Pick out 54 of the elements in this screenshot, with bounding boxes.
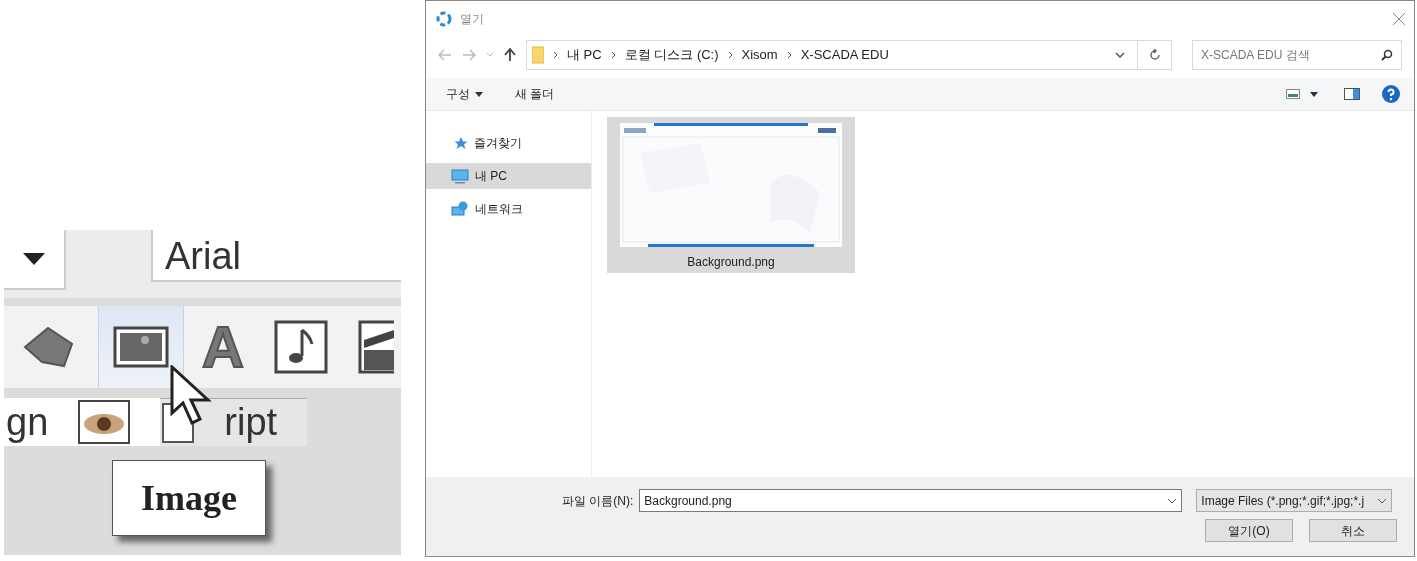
refresh-icon [1148,49,1161,61]
sidebar-item[interactable]: 즐겨찾기 [426,130,591,156]
chevron-down-icon [1167,497,1178,504]
monitor-icon [451,168,469,184]
clapperboard-icon[interactable] [357,320,394,374]
file-name: Background.png [687,254,775,271]
chevron-down-icon [1377,497,1388,504]
preview-pane-icon[interactable] [1344,88,1360,100]
search-box[interactable]: X-SCADA EDU 검색 [1192,40,1402,70]
file-type-dropdown[interactable]: Image Files (*.png;*.gif;*.jpg;*.j [1196,489,1393,512]
file-item[interactable]: Background.png [607,117,855,273]
caret-icon [23,253,45,265]
tab[interactable]: ript [160,398,308,446]
close-icon[interactable] [1392,11,1406,26]
file-name-label: 파일 이름(N): [562,492,634,510]
chevron-right-icon [610,51,616,59]
chevron-right-icon [727,51,733,59]
breadcrumb-item[interactable]: X-SCADA EDU [800,45,889,65]
file-name-combo-box[interactable]: Background.png [639,489,1183,512]
folder-icon [532,46,544,64]
tooltip: Image [112,460,266,536]
view-icon[interactable] [1286,89,1300,99]
text-tool-icon[interactable]: A [202,318,244,376]
help-icon[interactable] [1382,85,1400,103]
address-bar[interactable]: 내 PC 로컬 디스크 (C:) Xisom X-SCADA EDU [526,40,1138,70]
network-icon [451,201,469,217]
breadcrumb-item[interactable]: 로컬 디스크 (C:) [624,45,719,65]
music-note-icon[interactable] [273,320,328,374]
open-button[interactable]: 열기(O) [1205,519,1293,542]
tab[interactable]: gn [4,398,161,446]
chevron-right-icon [553,51,558,59]
new-folder-button[interactable]: 새 폴더 [515,85,555,103]
breadcrumb-item[interactable]: 내 PC [567,45,602,65]
sidebar-item[interactable]: 내 PC [426,163,591,189]
font-field[interactable]: Arial [151,230,401,282]
window-title: 열기 [460,10,484,28]
star-icon [454,136,468,150]
caret-icon [475,91,483,97]
refresh-button[interactable] [1138,40,1172,70]
search-icon [1381,49,1393,61]
breadcrumb-item[interactable]: Xisom [741,45,778,65]
chevron-right-icon [786,51,792,59]
caret-icon[interactable] [1310,91,1318,97]
file-name-input[interactable]: Background.png [644,491,1168,510]
chevron-down-icon[interactable] [1115,52,1125,58]
tab-label: ript [224,400,278,445]
up-arrow-icon[interactable] [504,48,516,62]
sidebar-item[interactable]: 네트워크 [426,196,591,222]
eye-icon [78,400,131,444]
search-input[interactable]: X-SCADA EDU 검색 [1201,46,1381,64]
tab-label: gn [6,399,49,445]
cancel-button[interactable]: 취소 [1309,519,1397,542]
app-icon [436,10,452,27]
organize-button[interactable]: 구성 [446,85,483,103]
